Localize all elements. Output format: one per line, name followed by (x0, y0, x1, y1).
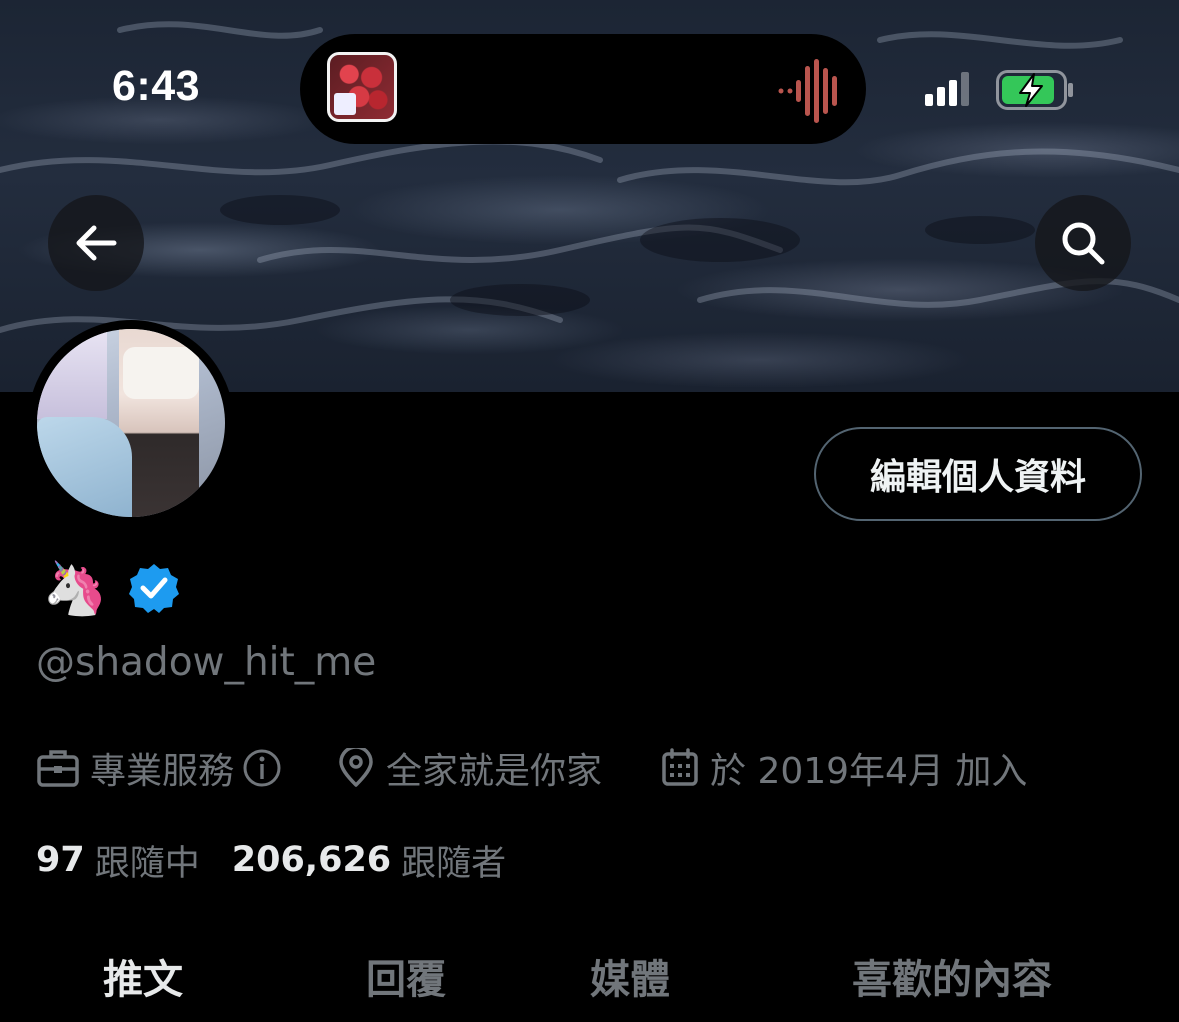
dynamic-island[interactable] (300, 34, 866, 144)
info-icon[interactable] (242, 748, 282, 788)
profile-location: 全家就是你家 (336, 740, 602, 796)
following-link[interactable]: 97 跟隨中 (36, 835, 232, 886)
joined-label: 於 2019年4月 加入 (710, 751, 1028, 792)
location-label: 全家就是你家 (386, 751, 603, 792)
tab-replies[interactable]: 回覆 (366, 946, 446, 1006)
avatar-image (37, 329, 225, 517)
followers-link[interactable]: 206,626 跟隨者 (232, 835, 538, 886)
verified-badge-icon[interactable] (128, 562, 180, 614)
edit-profile-button[interactable]: 編輯個人資料 (814, 427, 1142, 521)
tab-posts[interactable]: 推文 (103, 946, 183, 1006)
tab-likes[interactable]: 喜歡的內容 (852, 946, 1052, 1006)
calendar-icon (662, 748, 698, 786)
status-time: 6:43 (112, 62, 201, 110)
audio-waveform-icon (778, 59, 837, 123)
followers-label: 跟隨者 (401, 843, 507, 884)
battery-charging-icon (996, 70, 1073, 110)
following-label: 跟隨中 (94, 843, 200, 884)
back-button[interactable] (48, 195, 144, 291)
category-label: 專業服務 (90, 751, 235, 792)
tab-media[interactable]: 媒體 (590, 946, 670, 1006)
briefcase-icon (37, 750, 79, 787)
album-art-icon (327, 52, 397, 122)
profile-screen: 6:43 編輯個人資料 🦄 @shadow_hit_me 專業服務 全家就是你家… (0, 0, 1179, 1022)
profile-joined-date: 於 2019年4月 加入 (660, 740, 1027, 796)
follow-counts: 97 跟隨中 206,626 跟隨者 (36, 834, 538, 886)
profile-category[interactable]: 專業服務 (36, 740, 282, 796)
arrow-left-icon (76, 225, 117, 261)
profile-avatar[interactable] (28, 320, 234, 526)
search-button[interactable] (1035, 195, 1131, 291)
location-pin-icon (339, 748, 373, 787)
search-icon (1062, 222, 1105, 265)
following-count: 97 (36, 840, 85, 880)
followers-count: 206,626 (231, 840, 392, 880)
display-name: 🦄 (42, 558, 108, 619)
signal-icon (925, 72, 969, 106)
profile-handle: @shadow_hit_me (36, 640, 377, 685)
